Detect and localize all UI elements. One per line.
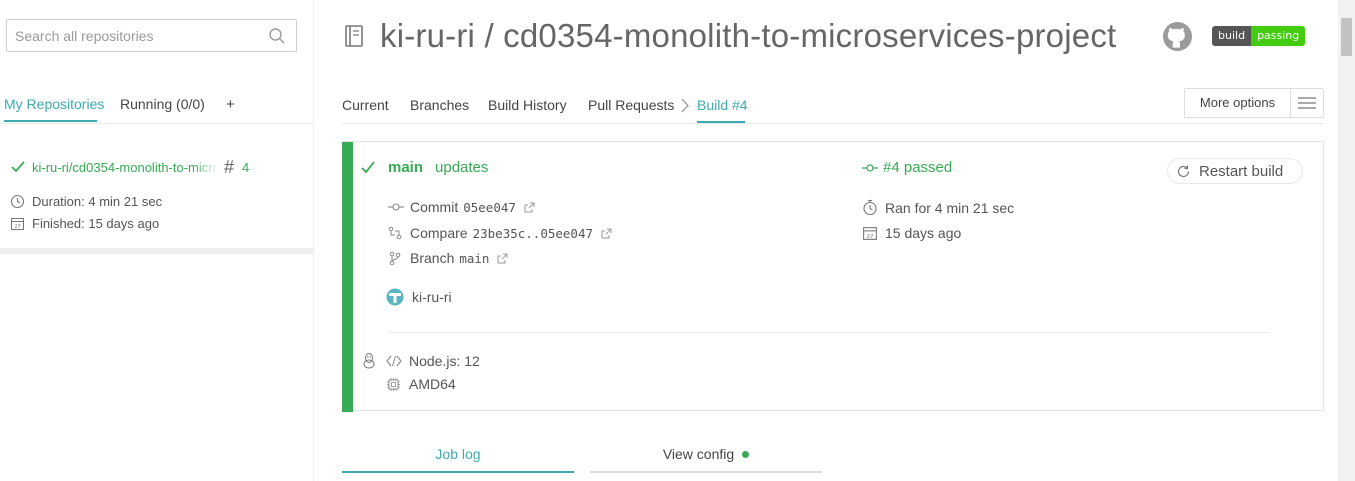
more-options-label: More options bbox=[1185, 89, 1291, 117]
svg-text:27: 27 bbox=[867, 234, 874, 240]
environment-row: Node.js: 12 bbox=[362, 352, 480, 369]
repository-row[interactable]: ki-ru-ri/cd0354-monolith-to-microservice… bbox=[10, 157, 249, 177]
tab-build-history[interactable]: Build History bbox=[488, 97, 567, 113]
cpu-icon bbox=[387, 377, 400, 391]
commit-icon bbox=[862, 163, 878, 172]
external-link-icon[interactable] bbox=[497, 253, 508, 264]
tab-my-repositories[interactable]: My Repositories bbox=[4, 96, 104, 112]
finished-row: 27 15 days ago bbox=[862, 225, 961, 241]
more-options-button[interactable]: More options bbox=[1184, 88, 1324, 118]
tab-view-config[interactable]: View config bbox=[590, 437, 822, 473]
code-icon bbox=[386, 355, 402, 366]
check-icon bbox=[361, 161, 375, 174]
active-tab-indicator bbox=[4, 120, 97, 122]
finished-line: 27 Finished: 15 days ago bbox=[10, 216, 159, 231]
commit-sha-link[interactable]: 05ee047 bbox=[463, 200, 516, 215]
compare-row: Compare 23be35c..05ee047 bbox=[388, 225, 612, 241]
compare-icon bbox=[388, 226, 402, 240]
author-name[interactable]: ki-ru-ri bbox=[412, 289, 452, 305]
check-icon bbox=[11, 161, 25, 173]
build-status-row: #4 passed bbox=[862, 159, 952, 176]
view-config-label: View config bbox=[662, 446, 735, 462]
restart-build-label: Restart build bbox=[1199, 162, 1284, 180]
arch-row: AMD64 bbox=[386, 376, 456, 392]
language-text: Node.js: 12 bbox=[409, 352, 480, 369]
build-status-text: #4 passed bbox=[883, 159, 953, 176]
active-tab-indicator bbox=[697, 121, 745, 123]
repository-card[interactable]: ki-ru-ri/cd0354-monolith-to-microservice… bbox=[0, 125, 314, 248]
github-icon[interactable] bbox=[1162, 21, 1193, 57]
tab-job-log[interactable]: Job log bbox=[342, 437, 574, 473]
badge-status: passing bbox=[1251, 26, 1306, 46]
restart-icon bbox=[1177, 165, 1190, 177]
arch-text: AMD64 bbox=[409, 376, 456, 392]
branch-name[interactable]: main bbox=[388, 159, 423, 176]
add-repository-button[interactable]: + bbox=[226, 96, 235, 113]
calendar-icon: 27 bbox=[11, 218, 24, 230]
finished-text: Finished: 15 days ago bbox=[32, 216, 160, 231]
build-branch-row: main updates bbox=[360, 159, 488, 176]
avatar bbox=[386, 288, 404, 306]
external-link-icon[interactable] bbox=[524, 202, 535, 213]
tab-build[interactable]: Build #4 bbox=[697, 97, 748, 113]
repository-tabs: Current Branches Build History Pull Requ… bbox=[342, 88, 1324, 124]
build-number-link[interactable]: 4 bbox=[242, 160, 249, 175]
repository-header: ki-ru-ri / cd0354-monolith-to-microservi… bbox=[342, 14, 1116, 58]
search-icon[interactable] bbox=[268, 27, 286, 45]
sidebar: My Repositories Running (0/0) + ki-ru-ri… bbox=[0, 0, 314, 481]
tab-running[interactable]: Running (0/0) bbox=[120, 96, 205, 112]
sidebar-tabs: My Repositories Running (0/0) + bbox=[0, 86, 314, 124]
duration-text: Duration: 4 min 21 sec bbox=[32, 194, 163, 209]
linux-icon bbox=[363, 353, 375, 369]
config-status-dot bbox=[742, 450, 750, 458]
ran-for-text: Ran for 4 min 21 sec bbox=[885, 199, 1015, 216]
scrollbar-thumb[interactable] bbox=[1341, 18, 1352, 56]
commit-label: Commit bbox=[410, 199, 459, 215]
sidebar-divider bbox=[0, 248, 314, 254]
duration-line: Duration: 4 min 21 sec bbox=[10, 194, 162, 209]
build-status-badge[interactable]: build passing bbox=[1212, 26, 1306, 46]
ran-for-row: Ran for 4 min 21 sec bbox=[862, 199, 1014, 216]
branch-icon bbox=[389, 251, 401, 265]
page-scrollbar[interactable] bbox=[1338, 0, 1355, 481]
hash-icon: # bbox=[224, 156, 235, 177]
build-status-bar bbox=[342, 142, 353, 412]
repository-search[interactable] bbox=[6, 19, 297, 52]
repository-icon bbox=[345, 25, 363, 47]
commit-message: updates bbox=[435, 159, 489, 176]
finished-text: 15 days ago bbox=[885, 225, 962, 241]
page-title[interactable]: ki-ru-ri / cd0354-monolith-to-microservi… bbox=[380, 17, 1116, 55]
stopwatch-icon bbox=[863, 199, 877, 216]
branch-row: Branch main bbox=[388, 250, 508, 266]
tab-current[interactable]: Current bbox=[342, 97, 389, 113]
card-divider bbox=[388, 332, 1270, 333]
badge-label: build bbox=[1212, 26, 1252, 46]
branch-name-link[interactable]: main bbox=[459, 251, 489, 266]
commit-row: Commit 05ee047 bbox=[388, 199, 535, 215]
clock-icon bbox=[10, 194, 25, 209]
commit-icon bbox=[388, 203, 404, 211]
author-row: ki-ru-ri bbox=[386, 288, 452, 306]
build-summary-card: main updates #4 passed Restart build Com… bbox=[342, 141, 1324, 412]
calendar-icon: 27 bbox=[863, 227, 877, 240]
external-link-icon[interactable] bbox=[601, 228, 612, 239]
svg-text:27: 27 bbox=[14, 224, 20, 230]
tab-branches[interactable]: Branches bbox=[410, 97, 469, 113]
hamburger-icon[interactable] bbox=[1291, 96, 1323, 110]
chevron-right-icon bbox=[680, 97, 690, 119]
tab-pull-requests[interactable]: Pull Requests bbox=[588, 97, 674, 113]
search-input[interactable] bbox=[7, 20, 257, 51]
branch-label: Branch bbox=[410, 250, 455, 266]
compare-label: Compare bbox=[410, 225, 468, 241]
job-log-label: Job log bbox=[435, 446, 481, 462]
restart-build-button[interactable]: Restart build bbox=[1167, 158, 1303, 184]
repository-name-link[interactable]: ki-ru-ri/cd0354-monolith-to-microservice… bbox=[32, 160, 220, 175]
compare-range-link[interactable]: 23be35c..05ee047 bbox=[473, 226, 593, 241]
